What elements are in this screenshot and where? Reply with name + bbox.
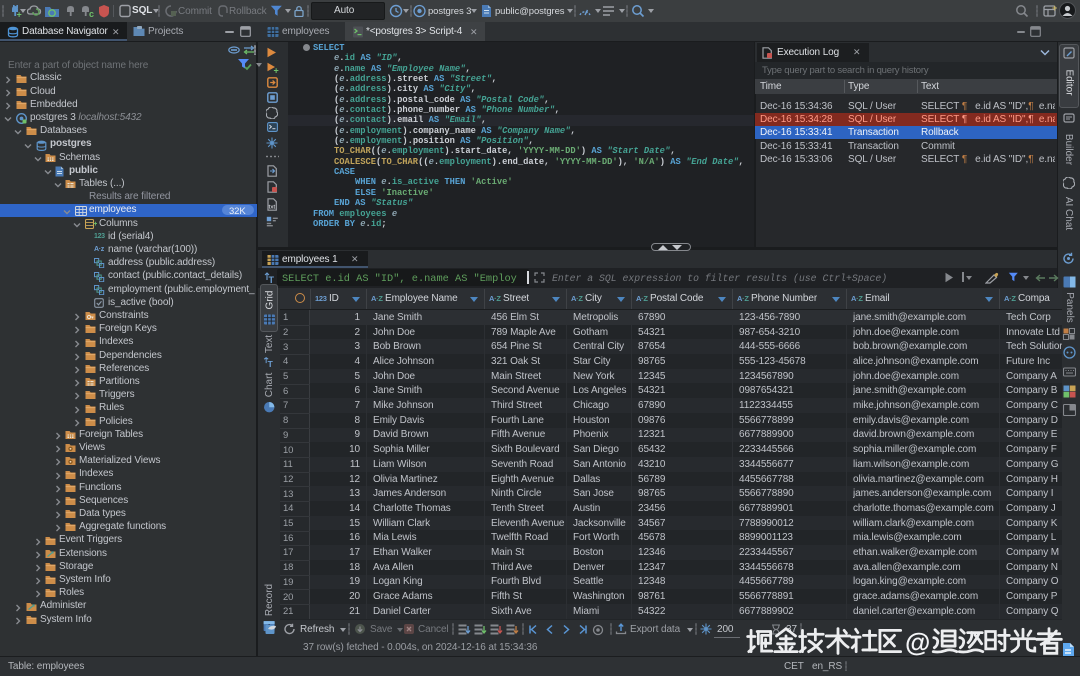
svg-text:+: +: [1052, 4, 1057, 13]
svg-text:+: +: [94, 221, 98, 228]
svg-text:T: T: [269, 275, 275, 284]
svg-text:c: c: [89, 9, 94, 18]
svg-text:+: +: [274, 66, 279, 75]
svg-text:T: T: [268, 359, 274, 369]
svg-text:txt: txt: [269, 205, 276, 211]
